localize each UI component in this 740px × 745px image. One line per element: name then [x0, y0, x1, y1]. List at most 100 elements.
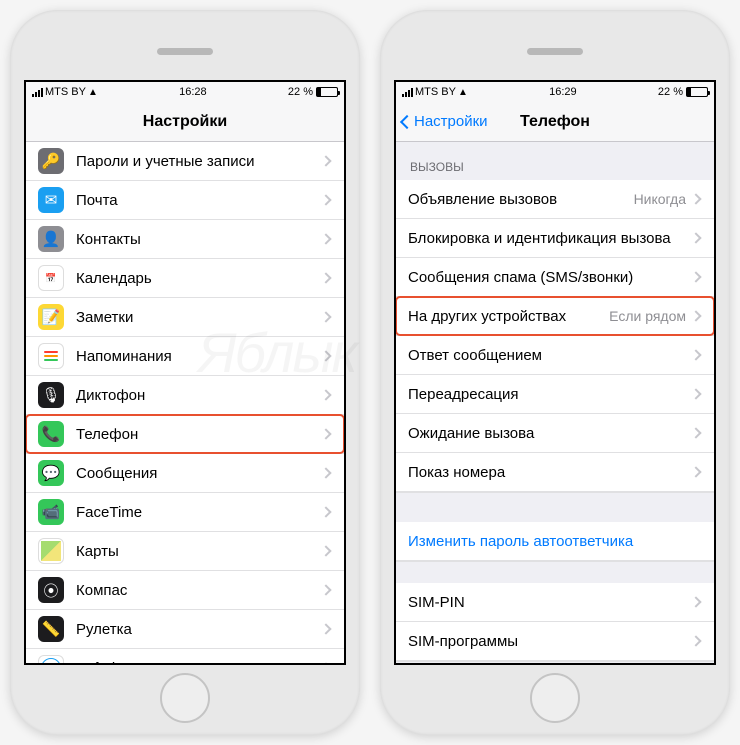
row-label: SIM-программы — [408, 633, 692, 650]
clock-label: 16:28 — [179, 86, 207, 98]
row-calendar[interactable]: 📅 Календарь — [26, 259, 344, 298]
row-label: Объявление вызовов — [408, 191, 634, 208]
chevron-right-icon — [690, 349, 701, 360]
row-call-forwarding[interactable]: Переадресация — [396, 375, 714, 414]
chevron-right-icon — [320, 545, 331, 556]
chevron-right-icon — [690, 388, 701, 399]
row-compass[interactable]: ⦿ Компас — [26, 571, 344, 610]
signal-icon — [32, 88, 43, 97]
row-announce-calls[interactable]: Объявление вызовов Никогда — [396, 180, 714, 219]
row-safari[interactable]: Safari — [26, 649, 344, 663]
nav-title: Телефон — [520, 113, 590, 131]
row-label: Ожидание вызова — [408, 425, 692, 442]
row-label: Сообщения — [76, 465, 322, 482]
carrier-label: MTS BY — [45, 86, 86, 98]
row-phone[interactable]: 📞 Телефон — [26, 415, 344, 454]
chevron-right-icon — [320, 311, 331, 322]
nav-bar: Настройки Телефон — [396, 102, 714, 142]
compass-icon: ⦿ — [38, 577, 64, 603]
row-label: Пароли и учетные записи — [76, 153, 322, 170]
row-detail: Никогда — [634, 191, 686, 207]
section-gap — [396, 661, 714, 663]
chevron-right-icon — [320, 506, 331, 517]
measure-icon: 📏 — [38, 616, 64, 642]
row-label: Заметки — [76, 309, 322, 326]
row-change-voicemail-password[interactable]: Изменить пароль автоответчика — [396, 522, 714, 561]
carrier-label: MTS BY — [415, 86, 456, 98]
row-mail[interactable]: ✉ Почта — [26, 181, 344, 220]
notes-icon: 📝 — [38, 304, 64, 330]
row-maps[interactable]: Карты — [26, 532, 344, 571]
phone-icon: 📞 — [38, 421, 64, 447]
chevron-right-icon — [320, 623, 331, 634]
speaker-slot — [527, 48, 583, 55]
chevron-right-icon — [320, 155, 331, 166]
safari-icon — [38, 655, 64, 663]
mail-icon: ✉ — [38, 187, 64, 213]
chevron-right-icon — [320, 233, 331, 244]
messages-icon: 💬 — [38, 460, 64, 486]
row-notes[interactable]: 📝 Заметки — [26, 298, 344, 337]
row-label: SIM-PIN — [408, 594, 692, 611]
home-button[interactable] — [530, 673, 580, 723]
chevron-right-icon — [690, 310, 701, 321]
chevron-right-icon — [690, 271, 701, 282]
row-label: Контакты — [76, 231, 322, 248]
section-header-calls: ВЫЗОВЫ — [396, 142, 714, 180]
row-label: Почта — [76, 192, 322, 209]
row-label: Календарь — [76, 270, 322, 287]
row-show-number[interactable]: Показ номера — [396, 453, 714, 492]
row-call-waiting[interactable]: Ожидание вызова — [396, 414, 714, 453]
row-measure[interactable]: 📏 Рулетка — [26, 610, 344, 649]
speaker-slot — [157, 48, 213, 55]
chevron-right-icon — [690, 232, 701, 243]
reminders-icon — [38, 343, 64, 369]
phone-frame-left: MTS BY ▲ 16:28 22 % Настройки 🔑 Пароли и… — [10, 10, 360, 735]
nav-bar: Настройки — [26, 102, 344, 142]
battery-pct-label: 22 % — [288, 86, 313, 98]
chevron-right-icon — [690, 427, 701, 438]
wifi-icon: ▲ — [458, 87, 468, 98]
chevron-right-icon — [320, 662, 331, 663]
row-call-blocking[interactable]: Блокировка и идентификация вызова — [396, 219, 714, 258]
chevron-right-icon — [690, 466, 701, 477]
chevron-right-icon — [320, 389, 331, 400]
passwords-icon: 🔑 — [38, 148, 64, 174]
home-button[interactable] — [160, 673, 210, 723]
chevron-right-icon — [690, 635, 701, 646]
row-messages[interactable]: 💬 Сообщения — [26, 454, 344, 493]
row-sim-apps[interactable]: SIM-программы — [396, 622, 714, 661]
chevron-right-icon — [690, 193, 701, 204]
battery-pct-label: 22 % — [658, 86, 683, 98]
phone-settings-list[interactable]: ВЫЗОВЫ Объявление вызовов Никогда Блокир… — [396, 142, 714, 663]
row-reminders[interactable]: Напоминания — [26, 337, 344, 376]
row-spam[interactable]: Сообщения спама (SMS/звонки) — [396, 258, 714, 297]
status-bar: MTS BY ▲ 16:28 22 % — [26, 82, 344, 102]
row-passwords[interactable]: 🔑 Пароли и учетные записи — [26, 142, 344, 181]
screen-right: MTS BY ▲ 16:29 22 % Настройки Телефон ВЫ… — [394, 80, 716, 665]
battery-icon — [686, 87, 708, 97]
row-sim-pin[interactable]: SIM-PIN — [396, 583, 714, 622]
row-facetime[interactable]: 📹 FaceTime — [26, 493, 344, 532]
row-detail: Если рядом — [609, 308, 686, 324]
row-label: Компас — [76, 582, 322, 599]
row-contacts[interactable]: 👤 Контакты — [26, 220, 344, 259]
row-label: Safari — [76, 660, 322, 664]
row-label: Блокировка и идентификация вызова — [408, 230, 692, 247]
clock-label: 16:29 — [549, 86, 577, 98]
row-label: Ответ сообщением — [408, 347, 692, 364]
chevron-right-icon — [320, 350, 331, 361]
phone-frame-right: MTS BY ▲ 16:29 22 % Настройки Телефон ВЫ… — [380, 10, 730, 735]
nav-title: Настройки — [143, 113, 227, 131]
row-other-devices[interactable]: На других устройствах Если рядом — [396, 297, 714, 336]
chevron-right-icon — [320, 467, 331, 478]
row-respond-with-text[interactable]: Ответ сообщением — [396, 336, 714, 375]
settings-list[interactable]: 🔑 Пароли и учетные записи ✉ Почта 👤 Конт… — [26, 142, 344, 663]
row-voice-memos[interactable]: 🎙 Диктофон — [26, 376, 344, 415]
facetime-icon: 📹 — [38, 499, 64, 525]
signal-icon — [402, 88, 413, 97]
row-label: Диктофон — [76, 387, 322, 404]
chevron-right-icon — [690, 596, 701, 607]
chevron-right-icon — [320, 584, 331, 595]
nav-back-button[interactable]: Настройки — [402, 113, 488, 130]
